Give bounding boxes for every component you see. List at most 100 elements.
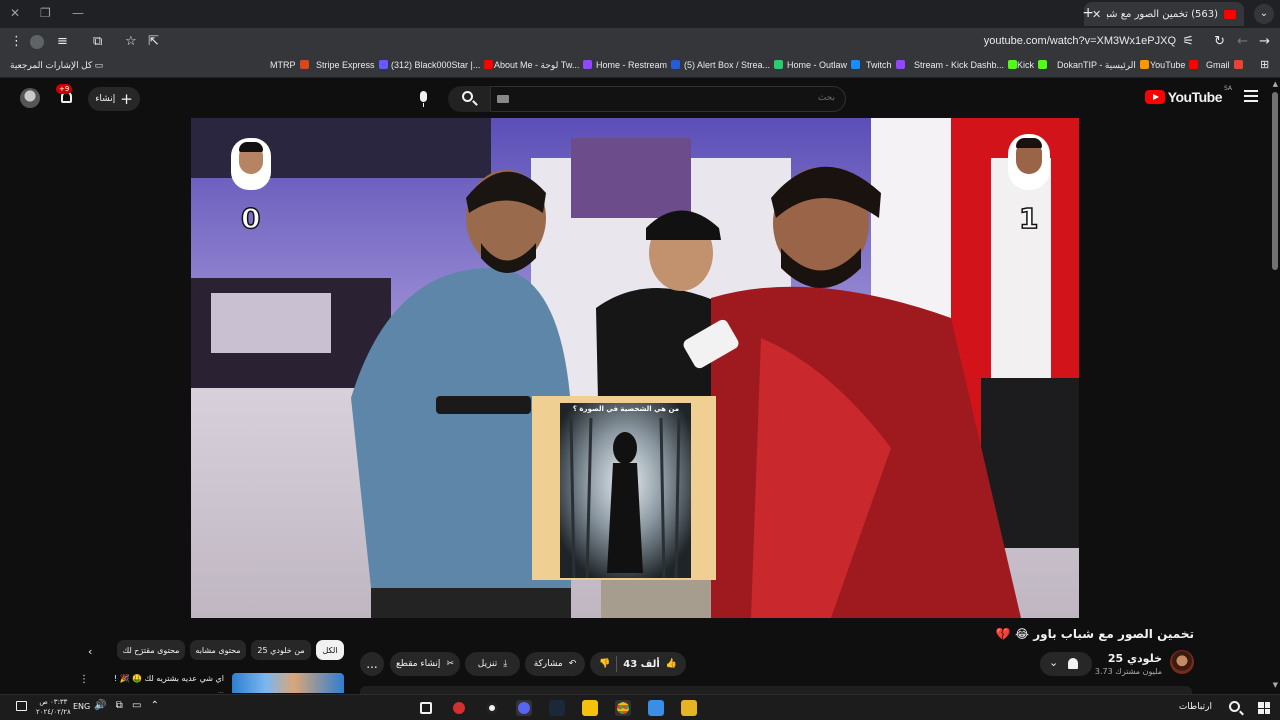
obs-icon[interactable] bbox=[484, 700, 500, 716]
window-close-icon[interactable]: ✕ bbox=[10, 6, 20, 20]
chrome-icon[interactable] bbox=[615, 700, 631, 716]
bookmark-gmail[interactable]: Gmail bbox=[1206, 60, 1243, 70]
file-explorer-icon[interactable] bbox=[681, 700, 697, 716]
bookmark-restream[interactable]: Home - Restream bbox=[596, 60, 681, 70]
scroll-down-icon[interactable]: ▼ bbox=[1273, 681, 1278, 689]
reload-icon[interactable]: ↻ bbox=[1214, 34, 1225, 49]
bookmark-youtube[interactable]: YouTube bbox=[1150, 60, 1199, 70]
share-icon: ↶ bbox=[568, 659, 577, 669]
window-minimize-icon[interactable]: — bbox=[72, 6, 84, 20]
bell-icon bbox=[1068, 658, 1078, 669]
clock[interactable]: ٠٣:٣٣ ص ٢٠٢٤/٠٢/٢٨ bbox=[36, 697, 71, 717]
forward-icon[interactable]: ← bbox=[1237, 34, 1248, 49]
more-actions-button[interactable]: ... bbox=[360, 652, 384, 676]
chevron-left-icon[interactable]: ‹ bbox=[88, 645, 92, 658]
dislike-icon[interactable]: 👎 bbox=[599, 659, 610, 669]
chip-all[interactable]: الكل bbox=[316, 640, 344, 660]
notifications-button[interactable]: +9 bbox=[56, 84, 78, 110]
subscribed-button[interactable]: ⌄ bbox=[1040, 652, 1092, 676]
reading-list-icon[interactable]: ≡ bbox=[57, 34, 68, 49]
language-indicator[interactable]: ENG bbox=[73, 702, 90, 711]
recommendation-thumbnail[interactable] bbox=[232, 673, 344, 693]
taskbar-search-icon[interactable] bbox=[1229, 701, 1240, 712]
channel-avatar[interactable] bbox=[1170, 650, 1194, 674]
bookmark-dokantip[interactable]: DokanTIP - الرئيسية bbox=[1057, 60, 1149, 71]
back-icon[interactable]: → bbox=[1259, 34, 1270, 49]
divider bbox=[616, 656, 618, 672]
recommendation-title[interactable]: اي شي عديه بشتريه لك 🤑 🎉 ! bbox=[114, 674, 224, 683]
bookmark-twitch[interactable]: Twitch bbox=[866, 60, 905, 70]
bookmark-kick[interactable]: Kick bbox=[1017, 60, 1048, 70]
keyboard-icon[interactable] bbox=[497, 95, 509, 103]
mtrp-icon bbox=[299, 60, 309, 69]
browser-menu-icon[interactable]: ⋮ bbox=[10, 34, 23, 49]
url-field[interactable]: youtube.com/watch?v=XM3Wx1ePJXQ bbox=[984, 35, 1176, 47]
channel-name[interactable]: خلودي 25 bbox=[1108, 652, 1162, 665]
extensions-icon[interactable]: ⧉ bbox=[93, 34, 102, 49]
like-icon[interactable]: 👍 bbox=[666, 659, 677, 669]
bookmarks-bar: كل الإشارات المرجعية ▭ MTRP Stripe Expre… bbox=[0, 56, 1280, 78]
chip-from-channel[interactable]: من خلودي 25 bbox=[251, 640, 311, 660]
streamelements-icon bbox=[774, 60, 784, 69]
like-dislike-button[interactable]: 👎 43 ألف 👍 bbox=[590, 652, 686, 676]
steam-icon[interactable] bbox=[549, 700, 565, 716]
bookmark-outlaw[interactable]: Home - Outlaw bbox=[787, 60, 861, 70]
voice-search-button[interactable] bbox=[412, 87, 436, 111]
tray-volume-network-icons[interactable]: 🔊 ⧉ ▭ ⌃ bbox=[94, 700, 162, 711]
tab-search-chevron-icon[interactable]: ⌄ bbox=[1254, 4, 1274, 24]
app-icon[interactable] bbox=[582, 700, 598, 716]
search-placeholder: بحث bbox=[817, 93, 835, 103]
search-input[interactable]: بحث bbox=[490, 86, 846, 112]
account-avatar[interactable] bbox=[20, 88, 40, 108]
browser-toolbar: ⋮ ≡ ⧉ ☆ ⇱ youtube.com/watch?v=XM3Wx1ePJX… bbox=[0, 28, 1280, 56]
recommendation-menu-icon[interactable]: ⋮ bbox=[79, 674, 89, 685]
bookmark-about-me[interactable]: About Me - لوحة Tw... bbox=[494, 60, 593, 71]
score-right: 1 bbox=[1018, 201, 1039, 236]
clip-button[interactable]: إنشاء مقطع ✂ bbox=[390, 652, 460, 676]
share-button[interactable]: مشاركة ↶ bbox=[525, 652, 585, 676]
bookmark-mtrp[interactable]: MTRP bbox=[270, 60, 309, 70]
bookmark-kick-dashboard[interactable]: Stream - Kick Dashb... bbox=[914, 60, 1018, 70]
bookmark-alert-box[interactable]: (5) Alert Box / Strea... bbox=[684, 60, 784, 70]
description-box[interactable] bbox=[360, 686, 1192, 694]
scroll-up-icon[interactable]: ▲ bbox=[1273, 80, 1278, 88]
clock-time: ٠٣:٣٣ ص bbox=[39, 698, 68, 706]
video-player[interactable]: 0 1 من هي الشخصية في الصورة ؟ bbox=[191, 118, 1079, 618]
plus-icon: + bbox=[120, 90, 133, 108]
search-button[interactable] bbox=[448, 86, 490, 112]
youtube-logo[interactable]: YouTube SA bbox=[1144, 85, 1232, 105]
gmail-icon bbox=[1233, 60, 1243, 69]
chip-related[interactable]: محتوى مشابه bbox=[190, 640, 246, 660]
chip-recommended[interactable]: محتوى مقترَح لك bbox=[117, 640, 185, 660]
install-app-icon[interactable]: ⇱ bbox=[148, 34, 159, 49]
site-settings-icon[interactable]: ⚟ bbox=[1182, 34, 1194, 49]
capcut-icon[interactable] bbox=[418, 700, 434, 716]
notification-center-icon[interactable] bbox=[16, 701, 27, 711]
all-bookmarks-folder[interactable]: كل الإشارات المرجعية ▭ bbox=[10, 60, 103, 71]
bookmark-stripe-express[interactable]: Stripe Express bbox=[316, 60, 388, 70]
contestant-left-face-sticker bbox=[231, 138, 271, 190]
profile-icon[interactable] bbox=[30, 35, 44, 49]
youtube-icon bbox=[1189, 60, 1199, 69]
new-tab-icon[interactable]: + bbox=[1082, 5, 1094, 21]
download-icon: ⤓ bbox=[503, 659, 508, 669]
browser-tab-youtube[interactable]: (563) تخمين الصور مع شباب ✕ bbox=[1084, 2, 1244, 26]
apps-grid-icon[interactable]: ⊞ bbox=[1260, 58, 1269, 71]
download-button[interactable]: تنزيل ⤓ bbox=[465, 652, 520, 676]
youtube-icon bbox=[484, 60, 494, 69]
hamburger-menu-icon[interactable] bbox=[1244, 90, 1258, 102]
create-button[interactable]: إنشاء + bbox=[88, 87, 140, 111]
recorder-icon[interactable] bbox=[451, 700, 467, 716]
discord-icon[interactable] bbox=[516, 700, 532, 716]
taskbar-search-label[interactable]: ارتباطات bbox=[1179, 702, 1212, 712]
windows-start-icon[interactable] bbox=[1258, 702, 1270, 714]
page-scrollbar[interactable] bbox=[1272, 92, 1278, 270]
window-restore-icon[interactable]: ❐ bbox=[40, 6, 51, 20]
clock-date: ٢٠٢٤/٠٢/٢٨ bbox=[36, 708, 71, 716]
store-icon[interactable] bbox=[648, 700, 664, 716]
clip-label: إنشاء مقطع bbox=[396, 659, 441, 669]
subscriber-count: 3.73 مليون مشترك bbox=[1094, 667, 1162, 676]
browser-tab-strip: ✕ ❐ — (563) تخمين الصور مع شباب ✕ + ⌄ bbox=[0, 0, 1280, 28]
bookmark-star-icon[interactable]: ☆ bbox=[125, 34, 137, 49]
bookmark-youtube-channel[interactable]: (312) Black000Star |... bbox=[391, 60, 494, 70]
